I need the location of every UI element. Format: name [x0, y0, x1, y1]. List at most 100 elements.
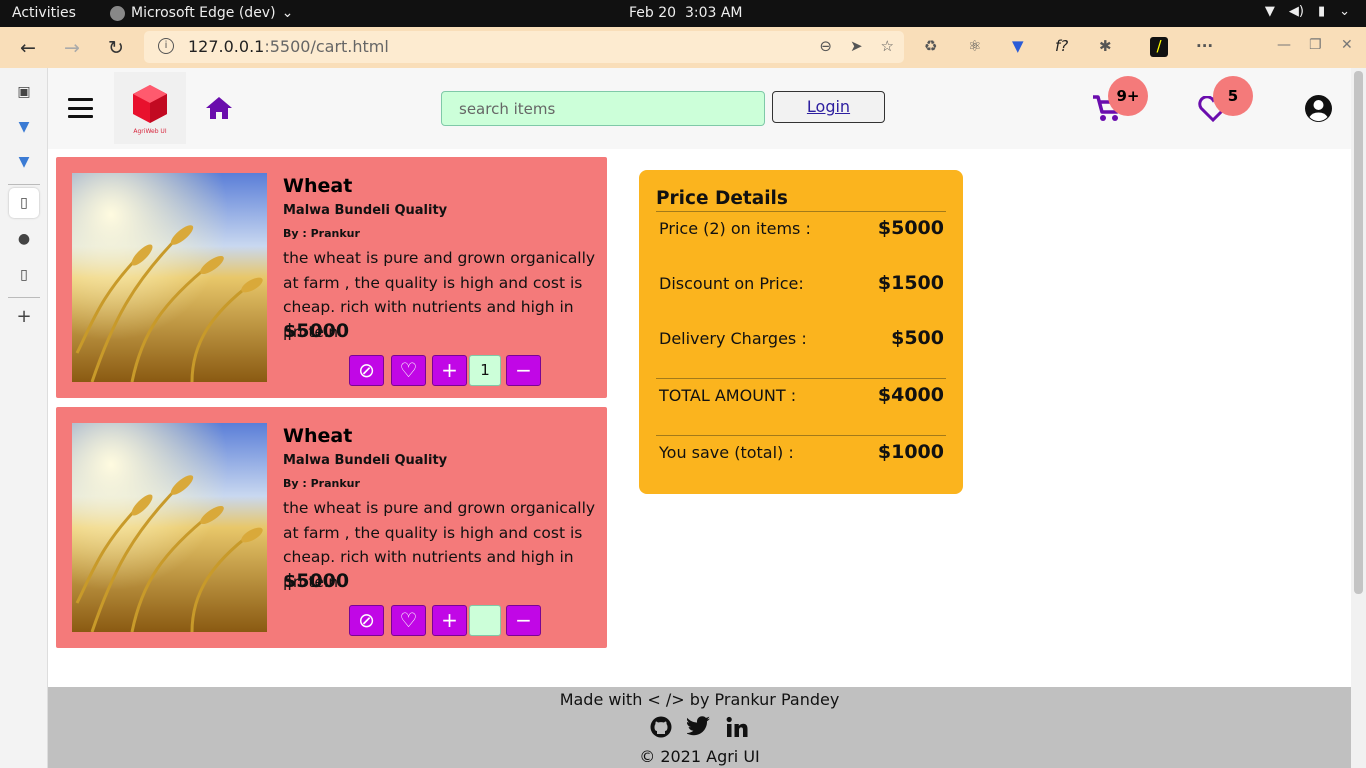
minimize-icon[interactable]: —: [1277, 37, 1291, 53]
product-quality: Malwa Bundeli Quality: [283, 203, 448, 218]
product-seller: By : Prankur: [283, 477, 360, 490]
url-host: 127.0.0.1: [188, 37, 265, 56]
cube-logo-icon: [133, 85, 167, 123]
edge-app-icon: [110, 5, 125, 21]
forward-arrow-icon[interactable]: →: [60, 36, 84, 60]
github-icon[interactable]: [650, 716, 672, 738]
heart-icon: ♡: [399, 358, 418, 382]
chevron-down-icon: ⌄: [281, 5, 294, 21]
activities-button[interactable]: Activities: [12, 5, 76, 21]
vertical-tab-github-icon[interactable]: ●: [9, 224, 39, 254]
battery-icon: ▮: [1317, 4, 1326, 19]
chevron-down-icon: ⌄: [1339, 4, 1350, 19]
cart-item-card: Wheat Malwa Bundeli Quality By : Prankur…: [56, 407, 607, 648]
add-to-wishlist-button[interactable]: ♡: [391, 605, 426, 636]
react-extension-icon[interactable]: ⚛: [968, 37, 981, 55]
divider: [656, 378, 946, 379]
price-label: Price (2) on items :: [659, 219, 811, 238]
increase-quantity-button[interactable]: +: [432, 355, 467, 386]
app-menu[interactable]: Microsoft Edge (dev) ⌄: [110, 5, 293, 21]
extensions-puzzle-icon[interactable]: ✱: [1099, 37, 1112, 55]
close-icon[interactable]: ✕: [1341, 37, 1353, 53]
product-seller: By : Prankur: [283, 227, 360, 240]
address-bar[interactable]: i 127.0.0.1:5500/cart.html ⊖ ➤ ☆: [144, 31, 904, 63]
zoom-out-icon[interactable]: ⊖: [819, 37, 832, 55]
home-icon[interactable]: [205, 96, 233, 120]
new-tab-plus-icon[interactable]: +: [9, 302, 39, 332]
quantity-field[interactable]: [469, 605, 501, 636]
hamburger-menu-icon[interactable]: [68, 98, 93, 118]
wheat-product-image: [72, 173, 267, 382]
delivery-value: $500: [891, 327, 944, 349]
decrease-quantity-button[interactable]: −: [506, 605, 541, 636]
date-text: Feb 20: [629, 5, 677, 21]
profile-icon[interactable]: /: [1150, 37, 1168, 57]
recycle-extension-icon[interactable]: ♻: [924, 37, 937, 55]
vertical-tab-page-icon[interactable]: ▯: [9, 260, 39, 290]
decrease-quantity-button[interactable]: −: [506, 355, 541, 386]
discount-label: Discount on Price:: [659, 274, 804, 293]
cart-count-badge: 9+: [1108, 76, 1148, 116]
minus-icon: −: [515, 608, 532, 632]
twitter-icon[interactable]: [687, 716, 711, 737]
search-input[interactable]: [441, 91, 765, 126]
wishlist-count-badge: 5: [1213, 76, 1253, 116]
site-logo[interactable]: AgriWeb UI: [114, 72, 186, 144]
login-button[interactable]: Login: [772, 91, 885, 123]
remove-from-cart-button[interactable]: ⊘: [349, 355, 384, 386]
sidebar-divider: [8, 297, 40, 298]
volume-icon: ◀): [1288, 4, 1304, 19]
plus-icon: +: [441, 608, 458, 632]
vertical-tab-page-icon[interactable]: ▯: [9, 188, 39, 218]
copyright-text: © 2021 Agri UI: [639, 747, 760, 766]
wheat-product-image: [72, 423, 267, 632]
vue-extension-icon[interactable]: ▼: [1012, 37, 1024, 55]
price-details-title: Price Details: [656, 188, 788, 209]
social-links: [650, 716, 748, 738]
more-options-icon[interactable]: ···: [1196, 37, 1213, 55]
cart-off-icon: ⊘: [358, 608, 375, 632]
site-footer: Made with < /> by Prankur Pandey © 2021 …: [48, 687, 1351, 768]
plus-icon: +: [441, 358, 458, 382]
logo-text: AgriWeb UI: [133, 128, 167, 135]
function-extension-icon[interactable]: f?: [1055, 37, 1068, 55]
delivery-label: Delivery Charges :: [659, 329, 807, 348]
user-account-icon[interactable]: [1304, 94, 1333, 123]
url-text[interactable]: 127.0.0.1:5500/cart.html: [188, 37, 389, 56]
savings-label: You save (total) :: [659, 443, 794, 462]
wifi-icon: ▼: [1264, 4, 1275, 19]
remove-from-cart-button[interactable]: ⊘: [349, 605, 384, 636]
discount-value: $1500: [877, 272, 944, 294]
refresh-icon[interactable]: ↻: [104, 36, 128, 60]
price-details-panel: Price Details Price (2) on items : $5000…: [639, 170, 963, 494]
site-header: AgriWeb UI Login 9+ 5: [48, 68, 1351, 149]
minus-icon: −: [515, 358, 532, 382]
info-icon[interactable]: i: [158, 38, 174, 54]
restore-icon[interactable]: ❐: [1309, 37, 1322, 53]
back-arrow-icon[interactable]: ←: [16, 36, 40, 60]
tab-actions-icon[interactable]: ▣: [9, 77, 39, 107]
page-scrollbar[interactable]: [1351, 68, 1366, 768]
browser-toolbar: ← → ↻ i 127.0.0.1:5500/cart.html ⊖ ➤ ☆ ♻…: [0, 27, 1366, 68]
add-to-wishlist-button[interactable]: ♡: [391, 355, 426, 386]
edge-sidebar: ▣ ▼ ▼ ▯ ● ▯ +: [0, 68, 48, 768]
url-path: :5500/cart.html: [264, 37, 389, 56]
vertical-tab-vue-icon[interactable]: ▼: [9, 147, 39, 177]
clock[interactable]: Feb 20 3:03 AM: [629, 5, 743, 21]
linkedin-icon[interactable]: [726, 716, 748, 738]
cart-item-card: Wheat Malwa Bundeli Quality By : Prankur…: [56, 157, 607, 398]
product-price: $5000: [283, 570, 350, 592]
add-favorite-icon[interactable]: ☆: [881, 37, 894, 55]
system-tray[interactable]: ▼ ◀) ▮ ⌄: [1265, 4, 1350, 19]
web-page: AgriWeb UI Login 9+ 5: [48, 68, 1351, 768]
divider: [656, 435, 946, 436]
send-icon[interactable]: ➤: [850, 37, 863, 55]
increase-quantity-button[interactable]: +: [432, 605, 467, 636]
system-top-bar: Activities Microsoft Edge (dev) ⌄ Feb 20…: [0, 0, 1366, 27]
quantity-field[interactable]: 1: [469, 355, 501, 386]
scrollbar-thumb[interactable]: [1354, 71, 1363, 594]
sidebar-divider: [8, 184, 40, 185]
app-name: Microsoft Edge (dev): [131, 5, 276, 21]
vertical-tab-vue-icon[interactable]: ▼: [9, 112, 39, 142]
total-value: $4000: [877, 384, 944, 406]
